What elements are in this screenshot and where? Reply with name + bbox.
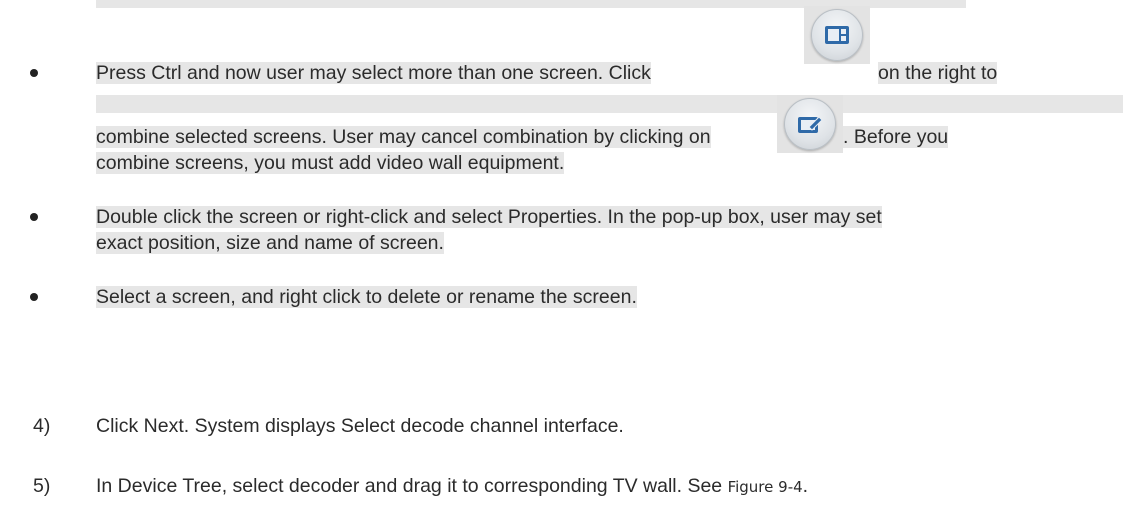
bullet-dot bbox=[30, 213, 38, 221]
bullet-1-line-2-end: . Before you bbox=[843, 125, 949, 149]
bullet-dot bbox=[30, 69, 38, 77]
step-4-number: 4) bbox=[33, 415, 51, 437]
step-5-line: In Device Tree, select decoder and drag … bbox=[96, 474, 808, 499]
bullet-dot bbox=[30, 293, 38, 301]
bullet-1-text-b: on the right to bbox=[878, 62, 998, 84]
step-5-text: In Device Tree, select decoder and drag … bbox=[96, 475, 728, 497]
cancel-combination-icon bbox=[798, 116, 823, 133]
bullet-3-text-a: Select a screen, and right click to dele… bbox=[96, 286, 637, 308]
highlight-band bbox=[96, 95, 1123, 113]
bullet-2-text-a: Double click the screen or right-click a… bbox=[96, 206, 882, 228]
bullet-1-text-e: combine screens, you must add video wall… bbox=[96, 152, 565, 174]
step-5-number: 5) bbox=[33, 475, 51, 497]
cancel-combination-button[interactable] bbox=[777, 95, 843, 153]
bullet-2-line-1: Double click the screen or right-click a… bbox=[96, 205, 882, 229]
bullet-2-text-b: exact position, size and name of screen. bbox=[96, 232, 444, 254]
step-4-text: Click Next. System displays Select decod… bbox=[96, 415, 624, 437]
bullet-2-line-2: exact position, size and name of screen. bbox=[96, 231, 444, 255]
bullet-1-text-c: combine selected screens. User may cance… bbox=[96, 126, 711, 148]
bullet-1-line-1-end: on the right to bbox=[878, 61, 998, 85]
bullet-3-line-1: Select a screen, and right click to dele… bbox=[96, 285, 637, 309]
figure-reference-link[interactable]: Figure 9-4 bbox=[728, 478, 803, 496]
bullet-1-text-d: . Before you bbox=[843, 126, 949, 148]
combine-screens-icon bbox=[825, 26, 849, 44]
bullet-1-text-a: Press Ctrl and now user may select more … bbox=[96, 62, 651, 84]
bullet-1-line-1: Press Ctrl and now user may select more … bbox=[96, 61, 651, 85]
combine-screens-button[interactable] bbox=[804, 6, 870, 64]
bullet-1-line-3: combine screens, you must add video wall… bbox=[96, 151, 565, 175]
bullet-1-line-2: combine selected screens. User may cance… bbox=[96, 125, 711, 149]
step-5-period: . bbox=[802, 475, 809, 497]
